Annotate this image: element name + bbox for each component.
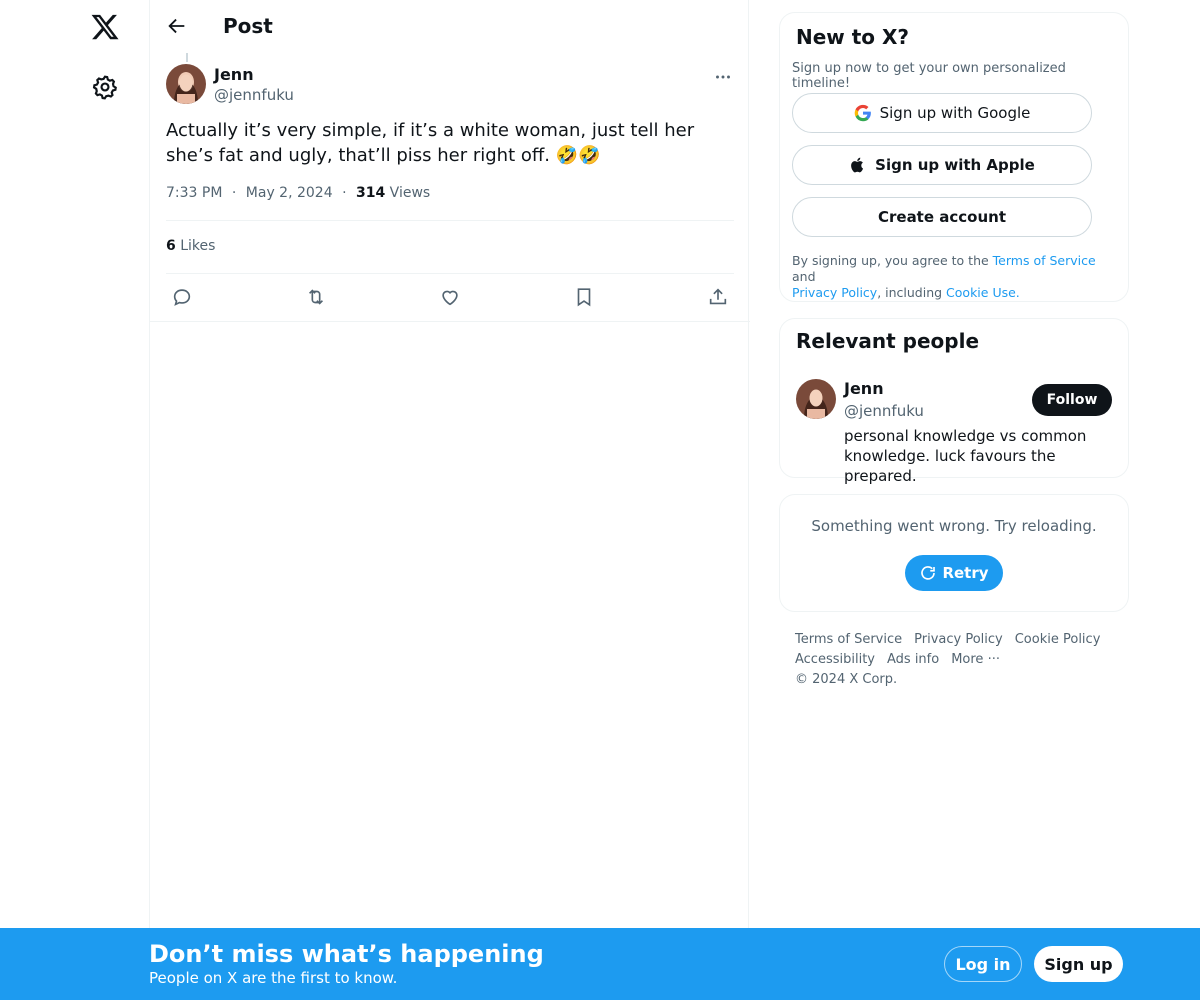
signup-card: New to X? Sign up now to get your own pe… — [779, 12, 1129, 302]
refresh-icon — [921, 566, 936, 580]
create-account-label: Create account — [877, 208, 1006, 226]
likes-count: 6 — [166, 238, 176, 254]
divider — [166, 273, 734, 274]
reply-icon[interactable] — [171, 286, 193, 308]
footer-terms-link[interactable]: Terms of Service — [795, 630, 902, 650]
relevant-people-title: Relevant people — [796, 329, 980, 353]
footer-cookie-link[interactable]: Cookie Policy — [1015, 630, 1101, 650]
x-logo-icon[interactable] — [90, 12, 120, 42]
person-bio: personal knowledge vs common knowledge. … — [844, 427, 1087, 485]
main-column: Post Jenn @jennfuku Actually it’s very s… — [149, 0, 750, 1000]
post-date[interactable]: May 2, 2024 — [246, 185, 333, 201]
google-icon — [854, 104, 871, 122]
signup-card-title: New to X? — [796, 25, 910, 49]
signup-button[interactable]: Sign up — [1034, 946, 1123, 982]
legal-text: By signing up, you agree to the — [792, 253, 993, 268]
retry-label: Retry — [942, 564, 989, 582]
footer-copyright: © 2024 X Corp. — [795, 672, 898, 687]
divider — [150, 321, 750, 322]
signup-apple-button[interactable]: Sign up with Apple — [792, 145, 1092, 185]
relevant-people-card: Relevant people Jenn @jennfuku Follow pe… — [779, 318, 1129, 485]
page-title: Post — [223, 14, 273, 38]
post-time[interactable]: 7:33 PM — [166, 185, 222, 201]
likes-label: Likes — [180, 238, 216, 254]
footer-ads-link[interactable]: Ads info — [887, 650, 939, 670]
error-message: Something went wrong. Try reloading. — [811, 517, 1097, 535]
settings-gear-icon[interactable] — [92, 74, 118, 100]
likes-summary[interactable]: 6 Likes — [166, 238, 215, 254]
privacy-link[interactable]: Privacy Policy — [792, 285, 877, 300]
author-handle[interactable]: @jennfuku — [214, 86, 294, 104]
author-avatar[interactable] — [166, 64, 206, 104]
signup-card-subtitle: Sign up now to get your own personalized… — [792, 61, 1066, 91]
back-arrow-icon[interactable] — [166, 15, 188, 37]
signup-google-button[interactable]: Sign up with Google — [792, 93, 1092, 133]
thread-connector — [186, 53, 188, 62]
login-button[interactable]: Log in — [944, 946, 1022, 982]
apple-icon — [851, 157, 864, 173]
legal-text: , including — [877, 285, 947, 300]
post-text: Actually it’s very simple, if it’s a whi… — [166, 120, 695, 166]
banner-title: Don’t miss what’s happening — [149, 940, 544, 968]
signup-legal-text: By signing up, you agree to the Terms of… — [792, 253, 1112, 301]
more-options-icon[interactable] — [712, 66, 734, 88]
person-avatar[interactable] — [796, 379, 836, 419]
views-label: Views — [389, 185, 431, 201]
footer-privacy-link[interactable]: Privacy Policy — [914, 630, 1003, 650]
meta-separator: · — [342, 185, 347, 201]
bottom-signup-banner: Don’t miss what’s happening People on X … — [0, 928, 1200, 1000]
legal-text: and — [792, 269, 816, 284]
cookie-link[interactable]: Cookie Use. — [946, 285, 1020, 300]
post-header: Post — [150, 0, 750, 54]
share-icon[interactable] — [707, 286, 729, 308]
footer-links: Terms of Service Privacy Policy Cookie Pol… — [795, 630, 1125, 690]
like-heart-icon[interactable] — [439, 286, 461, 308]
footer-more-link[interactable]: More ··· — [951, 650, 1000, 670]
create-account-button[interactable]: Create account — [792, 197, 1092, 237]
left-navigation — [0, 0, 150, 1000]
repost-icon[interactable] — [305, 286, 327, 308]
person-name[interactable]: Jenn — [844, 379, 884, 398]
signup-google-label: Sign up with Google — [879, 104, 1031, 122]
person-handle[interactable]: @jennfuku — [844, 402, 924, 420]
meta-separator: · — [231, 185, 237, 201]
views-count: 314 — [355, 185, 386, 201]
signup-apple-label: Sign up with Apple — [875, 156, 1035, 174]
divider — [166, 220, 734, 221]
post-metadata: 7:33 PM · May 2, 2024 · 314 Views — [166, 185, 430, 201]
terms-link[interactable]: Terms of Service — [993, 253, 1096, 268]
error-card: Something went wrong. Try reloading. Ret… — [779, 494, 1129, 612]
retry-button[interactable]: Retry — [905, 555, 1003, 591]
author-name[interactable]: Jenn — [214, 65, 254, 84]
footer-accessibility-link[interactable]: Accessibility — [795, 650, 875, 670]
banner-subtitle: People on X are the first to know. — [149, 969, 398, 987]
follow-button[interactable]: Follow — [1032, 384, 1112, 416]
bookmark-icon[interactable] — [573, 286, 595, 308]
